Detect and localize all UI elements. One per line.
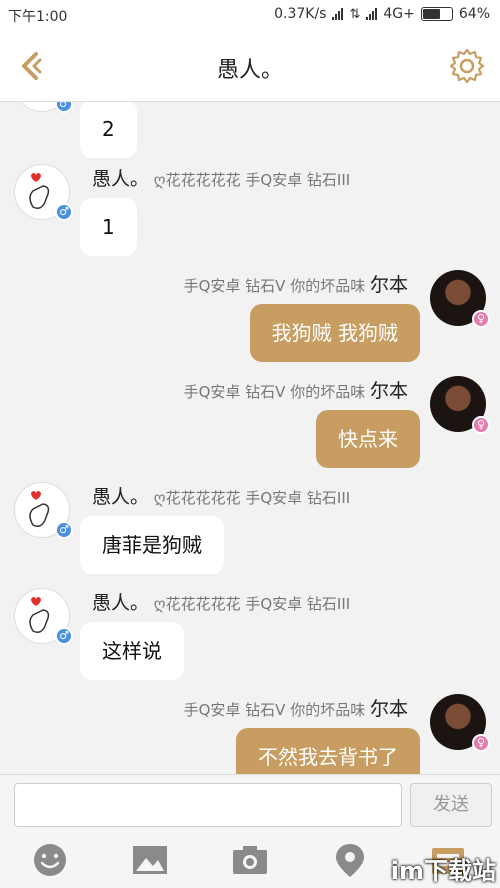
sender-tags: 手Q安卓 钻石V 你的坏品味	[183, 701, 366, 719]
status-bar: 下午1:00 0.37K/s ⇅ 4G+ 64%	[0, 0, 500, 30]
bottom-toolbar: im下载站	[0, 834, 500, 888]
sender-name: 尔本	[369, 380, 408, 402]
female-icon: ♀	[472, 734, 490, 752]
avatar[interactable]: ♂	[14, 482, 73, 539]
sender-tags: ღ花花花花花 手Q安卓 钻石III	[153, 595, 351, 613]
send-button[interactable]: 发送	[410, 783, 492, 827]
message-bubble[interactable]: 这样说	[80, 622, 184, 680]
male-icon: ♂	[55, 627, 73, 645]
male-icon: ♂	[55, 521, 73, 539]
avatar[interactable]: ♀	[430, 694, 490, 752]
message-list[interactable]: ♂ 2 ♂ 愚人。 ღ花花花花花 手Q安卓 钻石III 1 ♀ 手Q安卓 钻石V…	[0, 102, 500, 774]
sender-name: 愚人。	[92, 168, 150, 190]
avatar[interactable]: ♂	[14, 102, 73, 113]
camera-icon	[233, 846, 267, 874]
status-time: 下午1:00	[8, 9, 68, 25]
message-bubble[interactable]: 1	[80, 198, 137, 256]
message-bubble[interactable]: 快点来	[316, 410, 420, 468]
message-meta: 手Q安卓 钻石V 你的坏品味 尔本	[184, 694, 408, 721]
network-speed: 0.37K/s	[274, 6, 327, 22]
message-meta: 手Q安卓 钻石V 你的坏品味 尔本	[184, 376, 408, 403]
input-bar: 发送	[0, 774, 500, 834]
female-icon: ♀	[472, 416, 490, 434]
female-icon: ♀	[472, 310, 490, 328]
network-type: 4G+	[383, 6, 415, 22]
watermark: im下载站	[390, 857, 496, 885]
message-meta: 愚人。 ღ花花花花花 手Q安卓 钻石III	[92, 588, 350, 615]
sender-name: 尔本	[369, 274, 408, 296]
message-input[interactable]	[14, 783, 402, 827]
message-bubble[interactable]: 2	[80, 102, 137, 158]
avatar[interactable]: ♂	[14, 164, 73, 221]
message-bubble[interactable]: 我狗贼 我狗贼	[249, 304, 420, 362]
image-button[interactable]	[130, 840, 170, 880]
message-meta: 手Q安卓 钻石V 你的坏品味 尔本	[184, 270, 408, 297]
sender-tags: ღ花花花花花 手Q安卓 钻石III	[153, 171, 351, 189]
chat-header: 愚人。	[0, 30, 500, 102]
avatar[interactable]: ♀	[430, 376, 490, 434]
battery-icon	[420, 7, 453, 21]
sender-name: 愚人。	[92, 592, 150, 614]
sender-tags: 手Q安卓 钻石V 你的坏品味	[183, 277, 366, 295]
sender-tags: ღ花花花花花 手Q安卓 钻石III	[153, 489, 351, 507]
location-button[interactable]	[330, 840, 370, 880]
male-icon: ♂	[55, 203, 73, 221]
male-icon: ♂	[55, 102, 73, 113]
signal-icon	[332, 8, 344, 20]
message-meta: 愚人。 ღ花花花花花 手Q安卓 钻石III	[92, 164, 350, 191]
settings-button[interactable]	[448, 47, 486, 85]
avatar[interactable]: ♀	[430, 270, 490, 328]
image-icon	[133, 846, 167, 874]
sender-name: 尔本	[369, 698, 408, 720]
location-icon	[336, 844, 364, 877]
sender-tags: 手Q安卓 钻石V 你的坏品味	[183, 383, 366, 401]
avatar[interactable]: ♂	[14, 588, 73, 645]
message-bubble[interactable]: 不然我去背书了	[236, 728, 420, 774]
sender-name: 愚人。	[92, 486, 150, 508]
message-bubble[interactable]: 唐菲是狗贼	[80, 516, 224, 574]
page-title: 愚人。	[216, 58, 283, 83]
battery-percent: 64%	[458, 6, 490, 22]
signal-icon-2	[366, 8, 378, 20]
camera-button[interactable]	[230, 840, 270, 880]
status-right: 0.37K/s ⇅ 4G+ 64%	[274, 6, 490, 22]
message-meta: 愚人。 ღ花花花花花 手Q安卓 钻石III	[92, 482, 350, 509]
gear-icon	[449, 48, 485, 84]
emoji-icon	[34, 844, 66, 876]
emoji-button[interactable]	[30, 840, 70, 880]
data-transfer-icon: ⇅	[349, 6, 361, 22]
